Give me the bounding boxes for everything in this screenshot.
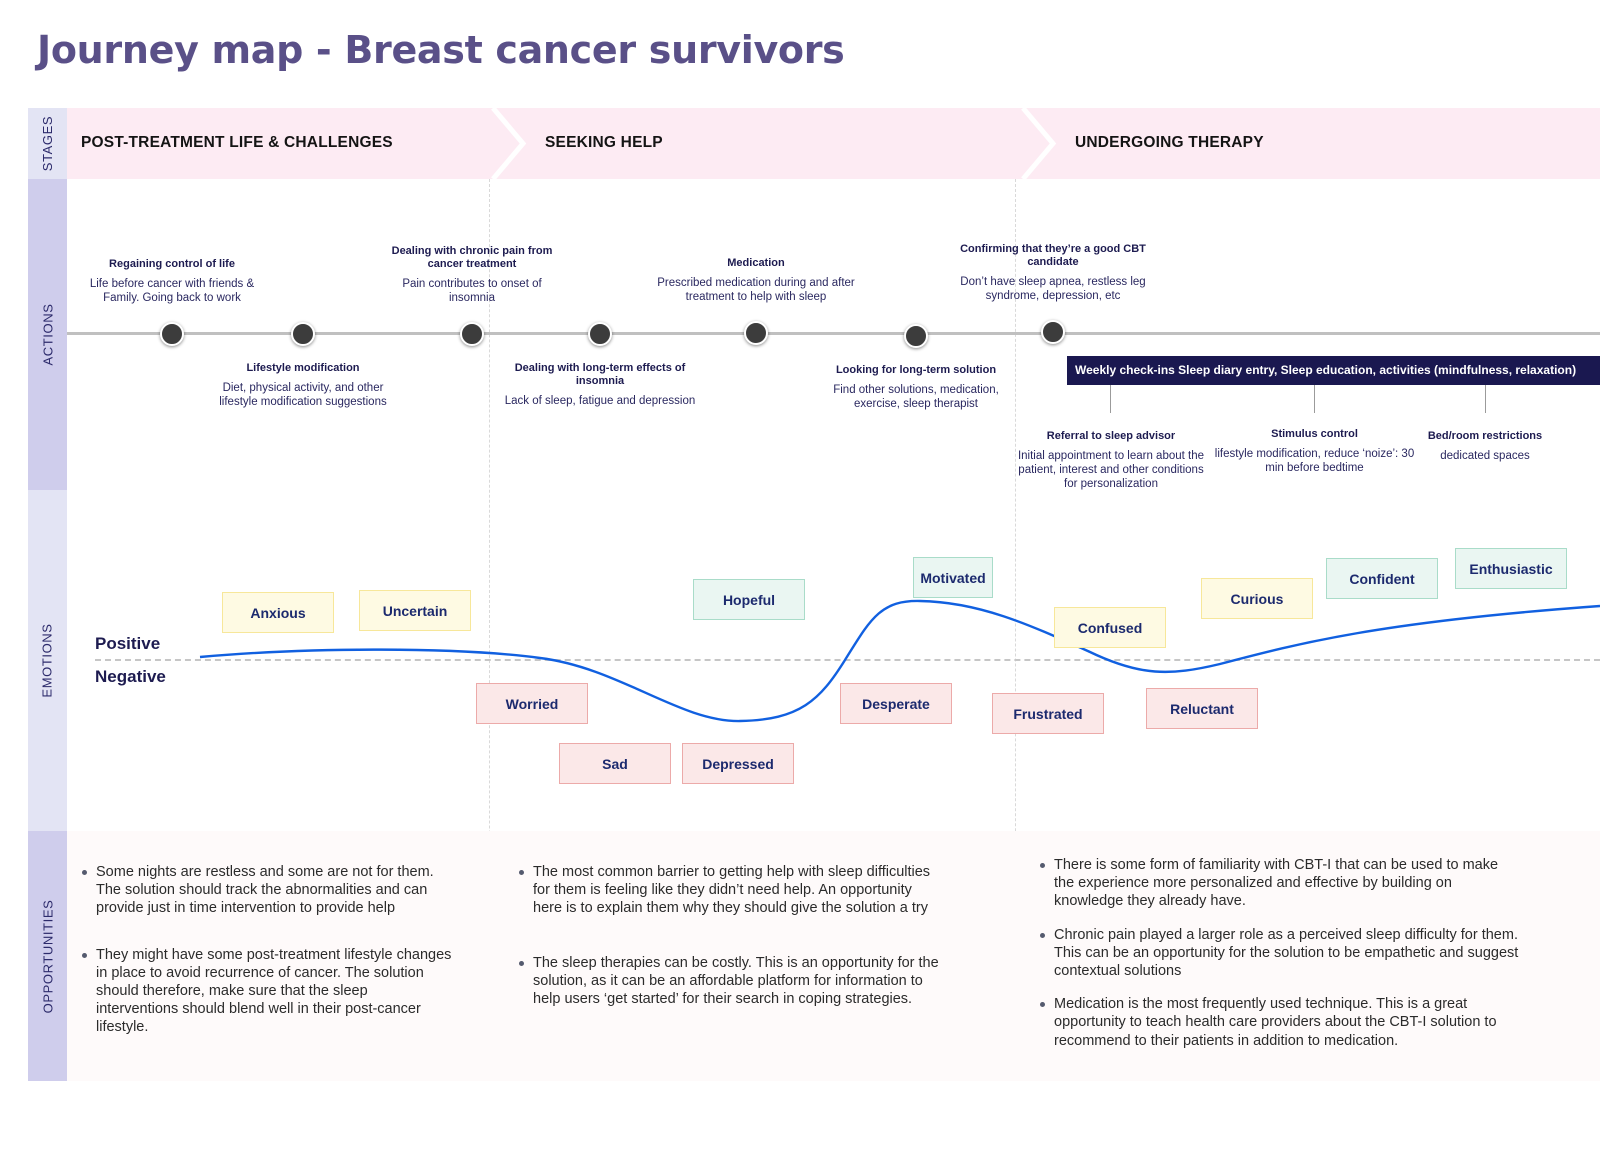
timeline-node[interactable] [744,321,768,345]
emotion-hopeful: Hopeful [693,579,805,620]
opportunity-item: The most common barrier to getting help … [519,863,939,918]
timeline-node[interactable] [291,322,315,346]
action-desc: Don’t have sleep apnea, restless leg syn… [960,276,1146,302]
therapy-referral: Referral to sleep advisor Initial appoin… [1012,430,1210,491]
action-chronic-pain: Dealing with chronic pain from cancer tr… [382,245,562,305]
action-title: Confirming that they’re a good CBT candi… [960,243,1146,268]
action-long-term-solution: Looking for long-term solution Find othe… [818,364,1014,411]
action-desc: Diet, physical activity, and other lifes… [219,382,387,408]
emotion-motivated: Motivated [913,557,993,598]
therapy-weekly-bar: Weekly check-ins Sleep diary entry, Slee… [1067,356,1600,385]
action-desc: Prescribed medication during and after t… [657,277,855,303]
action-title: Referral to sleep advisor [1046,430,1176,442]
row-label-actions: ACTIONS [28,179,67,490]
emotion-confident: Confident [1326,558,1438,599]
negative-label: Negative [95,667,166,686]
action-long-term-effects: Dealing with long-term effects of insomn… [495,362,705,408]
row-label-text: STAGES [40,115,55,172]
opportunity-item: Some nights are restless and some are no… [82,863,452,918]
timeline-node[interactable] [160,322,184,346]
timeline-node[interactable] [460,322,484,346]
opportunity-item: They might have some post-treatment life… [82,946,452,1037]
row-label-emotions: EMOTIONS [28,490,67,831]
action-title: Regaining control of life [109,258,235,270]
emotion-uncertain: Uncertain [359,590,471,631]
page-title: Journey map - Breast cancer survivors [37,28,845,72]
opportunity-item: There is some form of familiarity with C… [1040,856,1520,911]
action-desc: Pain contributes to onset of insomnia [402,278,542,304]
emotion-baseline [95,659,1600,661]
action-lifestyle-modification: Lifestyle modification Diet, physical ac… [203,362,403,409]
emotion-enthusiastic: Enthusiastic [1455,548,1567,589]
action-title: Lifestyle modification [246,362,360,374]
action-medication: Medication Prescribed medication during … [656,257,856,304]
emotion-anxious: Anxious [222,592,334,633]
action-title: Looking for long-term solution [835,364,997,376]
action-cbt-candidate: Confirming that they’re a good CBT candi… [950,243,1156,303]
emotion-reluctant: Reluctant [1146,688,1258,729]
emotion-depressed: Depressed [682,743,794,784]
action-desc: Life before cancer with friends & Family… [89,278,255,304]
row-label-stages: STAGES [28,108,67,179]
emotion-frustrated: Frustrated [992,693,1104,734]
action-desc: dedicated spaces [1440,450,1530,462]
row-label-text: OPPORTUNITIES [40,899,55,1013]
stage-undergoing-therapy: UNDERGOING THERAPY [1075,134,1264,151]
emotion-curious: Curious [1201,578,1313,619]
opportunity-item: Chronic pain played a larger role as a p… [1040,926,1520,981]
action-regaining-control: Regaining control of life Life before ca… [77,258,267,305]
stage-seeking-help: SEEKING HELP [545,134,663,151]
emotion-sad: Sad [559,743,671,784]
row-label-text: EMOTIONS [40,623,56,698]
opportunity-item: The sleep therapies can be costly. This … [519,954,939,1009]
action-desc: Find other solutions, medication, exerci… [833,384,999,410]
timeline-node[interactable] [1041,320,1065,344]
action-title: Dealing with long-term effects of insomn… [514,362,686,387]
timeline-node[interactable] [904,324,928,348]
positive-label: Positive [95,634,161,653]
opportunity-item: Medication is the most frequently used t… [1040,995,1520,1050]
opportunities-undergoing-therapy: There is some form of familiarity with C… [1040,856,1520,1050]
action-desc: Initial appointment to learn about the p… [1017,450,1205,490]
row-label-text: ACTIONS [40,303,56,366]
emotion-worried: Worried [476,683,588,724]
action-desc: lifestyle modification, reduce ‘noize’: … [1214,448,1415,474]
opportunities-seeking-help: The most common barrier to getting help … [519,863,939,1008]
action-title: Bed/room restrictions [1427,430,1543,442]
therapy-stimulus-control: Stimulus control lifestyle modification,… [1212,428,1417,475]
therapy-connector [1314,385,1315,413]
action-title: Medication [727,257,785,269]
row-label-opportunities: OPPORTUNITIES [28,831,67,1081]
timeline-node[interactable] [588,322,612,346]
action-title: Dealing with chronic pain from cancer tr… [391,245,553,270]
therapy-bed-room-restrictions: Bed/room restrictions dedicated spaces [1415,430,1555,463]
action-desc: Lack of sleep, fatigue and depression [504,395,696,407]
emotion-desperate: Desperate [840,683,952,724]
therapy-connector [1485,385,1486,413]
stage-post-treatment: POST-TREATMENT LIFE & CHALLENGES [81,134,393,151]
therapy-connector [1110,385,1111,413]
opportunities-post-treatment: Some nights are restless and some are no… [82,863,452,1037]
emotion-confused: Confused [1054,607,1166,648]
action-title: Stimulus control [1271,428,1358,440]
